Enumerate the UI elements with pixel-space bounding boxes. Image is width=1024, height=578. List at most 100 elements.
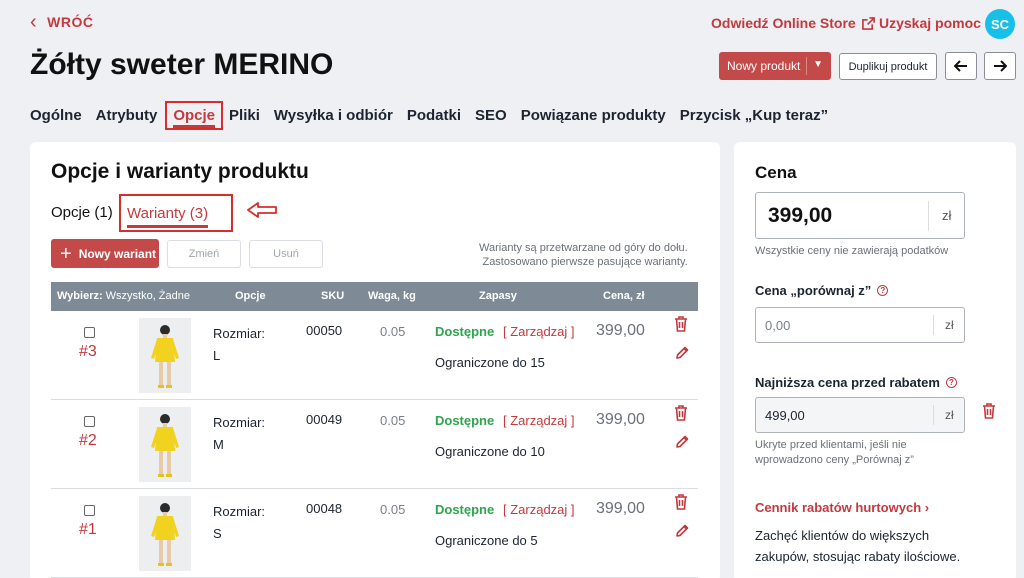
next-product-button[interactable] — [984, 52, 1016, 80]
tab-attributes[interactable]: Atrybuty — [96, 107, 158, 124]
help-icon[interactable]: ? — [877, 285, 889, 296]
manage-stock-link[interactable]: [ Zarządzaj ] — [503, 502, 575, 517]
tab-buy-now-button[interactable]: Przycisk „Kup teraz” — [680, 107, 828, 124]
variant-options: Rozmiar: L — [213, 323, 265, 367]
visit-store-label: Odwiedź Online Store — [711, 15, 856, 31]
lowest-price-note-line2: wprowadzono ceny „Porównaj z” — [755, 454, 914, 466]
lowest-price-text: Najniższa cena przed rabatem — [755, 375, 940, 390]
tab-general[interactable]: Ogólne — [30, 107, 82, 124]
visit-store-link[interactable]: Odwiedź Online Store — [711, 15, 875, 31]
input-divider — [928, 201, 929, 231]
table-row: #1 Rozmiar: S 00048 0.05 Dostępne [ Zarządzaj … — [51, 489, 698, 578]
chevron-down-icon[interactable]: ▼ — [813, 59, 823, 70]
tab-seo[interactable]: SEO — [475, 107, 507, 124]
page-title: Żółty sweter MERINO — [30, 48, 334, 81]
option-name: Rozmiar: — [213, 415, 266, 430]
variant-options: Rozmiar: M — [213, 412, 265, 456]
external-link-icon — [861, 16, 875, 30]
product-thumbnail[interactable] — [139, 496, 191, 571]
help-link[interactable]: Uzyskaj pomoc — [879, 15, 981, 31]
variant-sku: 00049 — [306, 412, 343, 427]
option-value: S — [213, 526, 222, 541]
lowest-price-value: 499,00 — [765, 408, 805, 423]
option-name: Rozmiar: — [213, 326, 266, 341]
options-card: Opcje i warianty produktu Opcje (1) Wari… — [30, 142, 720, 578]
plus-icon: + — [60, 242, 72, 265]
lowest-price-note-line1: Ukryte przed klientami, jeśli nie — [755, 439, 907, 451]
pencil-icon[interactable] — [675, 346, 689, 360]
option-value: L — [213, 348, 221, 363]
stock-limit: Ograniczone do 10 — [435, 444, 545, 459]
tab-files[interactable]: Pliki — [229, 107, 260, 124]
price-input[interactable]: 399,00 zł — [755, 192, 965, 239]
price-card: Cena 399,00 zł Wszystkie ceny nie zawier… — [734, 142, 1016, 578]
variant-price: 399,00 — [596, 322, 645, 339]
table-row: #3 Rozmiar: L 00050 0.05 Dostępne [ Zarządzaj … — [51, 311, 698, 400]
previous-product-button[interactable] — [945, 52, 977, 80]
new-variant-button[interactable]: + Nowy wariant — [51, 239, 159, 268]
manage-stock-link[interactable]: [ Zarządzaj ] — [503, 413, 575, 428]
currency-label: zł — [945, 318, 954, 332]
new-product-button[interactable]: Nowy produkt ▼ — [719, 52, 831, 80]
stock-status: Dostępne — [435, 324, 495, 339]
new-variant-label: Nowy wariant — [78, 246, 157, 261]
back-link[interactable]: ‹ WRÓĆ — [30, 12, 94, 32]
row-checkbox[interactable] — [84, 327, 95, 338]
variant-number: #1 — [79, 521, 97, 538]
product-thumbnail[interactable] — [139, 407, 191, 482]
row-checkbox[interactable] — [84, 505, 95, 516]
variant-weight: 0.05 — [380, 324, 406, 339]
tab-options-label: Opcje — [173, 106, 216, 128]
product-tabs: Ogólne Atrybuty Opcje Pliki Wysyłka i od… — [30, 98, 842, 132]
price-note: Wszystkie ceny nie zawierają podatków — [755, 245, 949, 257]
trash-icon[interactable] — [982, 403, 996, 419]
lowest-price-input[interactable]: 499,00 zł — [755, 397, 965, 433]
subtab-options[interactable]: Opcje (1) — [51, 204, 113, 221]
tab-options[interactable]: Opcje — [165, 100, 224, 130]
compare-price-label: Cena „porównaj z” ? — [755, 283, 889, 298]
variant-price: 399,00 — [596, 411, 645, 428]
tab-related-products[interactable]: Powiązane produkty — [521, 107, 666, 124]
wholesale-pricing-link[interactable]: Cennik rabatów hurtowych › — [755, 500, 929, 515]
col-stock: Zapasy — [479, 290, 517, 302]
annotation-arrow-icon — [247, 202, 277, 218]
subtab-variants[interactable]: Warianty (3) — [119, 194, 233, 232]
currency-label: zł — [942, 208, 952, 223]
variant-sku: 00048 — [306, 501, 343, 516]
trash-icon[interactable] — [674, 316, 688, 332]
input-divider — [933, 405, 934, 425]
variants-note-line1: Warianty są przetwarzane od góry do dołu… — [479, 242, 688, 254]
select-all-none[interactable]: Wszystko, Żadne — [106, 290, 190, 302]
wholesale-description: Zachęć klientów do większych zakupów, st… — [755, 528, 961, 564]
variant-weight: 0.05 — [380, 502, 406, 517]
manage-stock-link[interactable]: [ Zarządzaj ] — [503, 324, 575, 339]
select-label: Wybierz: — [57, 290, 103, 302]
pencil-icon[interactable] — [675, 524, 689, 538]
trash-icon[interactable] — [674, 405, 688, 421]
variant-options: Rozmiar: S — [213, 501, 265, 545]
arrow-left-icon — [954, 60, 967, 72]
help-icon[interactable]: ? — [945, 377, 957, 388]
table-header: Wybierz: Wszystko, Żadne Opcje SKU Waga, … — [51, 282, 698, 311]
delete-button[interactable]: Usuń — [249, 240, 323, 268]
tab-taxes[interactable]: Podatki — [407, 107, 461, 124]
variants-note-line2: Zastosowano pierwsze pasujące warianty. — [482, 256, 688, 268]
col-options: Opcje — [235, 290, 266, 302]
change-button[interactable]: Zmień — [167, 240, 241, 268]
col-weight: Waga, kg — [368, 290, 416, 302]
chevron-right-icon: › — [924, 500, 930, 515]
trash-icon[interactable] — [674, 494, 688, 510]
duplicate-product-button[interactable]: Duplikuj produkt — [839, 53, 937, 80]
compare-price-input[interactable]: 0,00 zł — [755, 307, 965, 343]
col-sku: SKU — [321, 290, 345, 302]
avatar[interactable]: SC — [985, 9, 1015, 39]
tab-shipping[interactable]: Wysyłka i odbiór — [274, 107, 393, 124]
variant-weight: 0.05 — [380, 413, 406, 428]
stock-status: Dostępne — [435, 502, 495, 517]
top-bar: ‹ WRÓĆ Odwiedź Online Store Uzyskaj pomo… — [0, 0, 1024, 48]
variant-price: 399,00 — [596, 500, 645, 517]
variants-note: Warianty są przetwarzane od góry do dołu… — [479, 241, 688, 269]
row-checkbox[interactable] — [84, 416, 95, 427]
pencil-icon[interactable] — [675, 435, 689, 449]
product-thumbnail[interactable] — [139, 318, 191, 393]
